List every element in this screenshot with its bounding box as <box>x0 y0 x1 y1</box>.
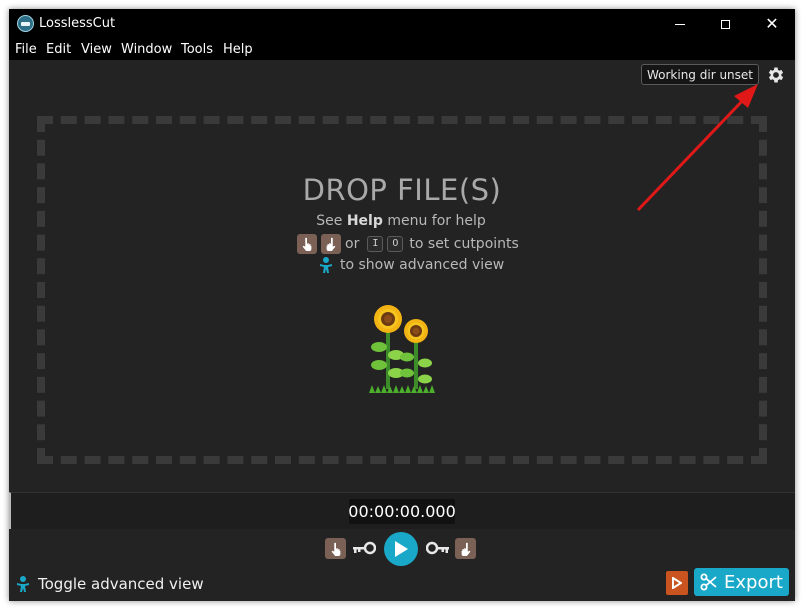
baby-icon <box>320 257 332 273</box>
baby-icon <box>17 576 29 592</box>
play-button[interactable] <box>384 532 418 566</box>
advanced-hint: to show advanced view <box>318 255 504 275</box>
help-bold-text: Help <box>346 213 383 229</box>
maximize-icon <box>720 19 730 29</box>
set-cut-start-button[interactable] <box>325 538 346 559</box>
menu-window[interactable]: Window <box>121 42 172 57</box>
cutpoints-text: to set cutpoints <box>409 236 519 252</box>
help-hint: See Help menu for help <box>9 213 793 229</box>
menu-edit[interactable]: Edit <box>46 42 71 57</box>
sunflowers-icon <box>369 305 435 393</box>
app-window: LosslessCut ✕ File Edit View Window Tool… <box>9 9 795 601</box>
menu-tools[interactable]: Tools <box>181 42 213 57</box>
toggle-advanced-view-button[interactable]: Toggle advanced view <box>15 573 204 595</box>
cut-end-hand-icon <box>321 234 341 254</box>
scissors-icon <box>700 573 717 591</box>
play-icon <box>395 541 408 557</box>
help-suffix-text: menu for help <box>382 213 486 229</box>
close-icon: ✕ <box>765 14 779 33</box>
set-cut-end-button[interactable] <box>455 538 476 559</box>
cutpoint-hint: or I O to set cutpoints <box>297 233 519 255</box>
or-text: or <box>345 236 360 252</box>
timeline[interactable]: 00:00:00.000 <box>9 492 795 529</box>
menu-bar: File Edit View Window Tools Help <box>9 39 795 60</box>
top-toolbar: Working dir unset <box>9 60 795 90</box>
app-logo-icon <box>17 15 34 32</box>
title-bar[interactable]: LosslessCut ✕ <box>9 9 795 39</box>
help-prefix-text: See <box>316 213 347 229</box>
maximize-button[interactable] <box>702 9 748 39</box>
close-button[interactable]: ✕ <box>749 9 795 39</box>
export-button[interactable]: Export <box>694 568 789 596</box>
advanced-text: to show advanced view <box>340 257 505 273</box>
menu-view[interactable]: View <box>81 42 112 57</box>
working-dir-button[interactable]: Working dir unset <box>641 64 759 85</box>
minimize-button[interactable] <box>657 9 703 39</box>
key-left-icon[interactable] <box>352 541 376 555</box>
segment-record-button[interactable] <box>666 571 688 595</box>
minimize-icon <box>675 23 685 25</box>
playback-controls <box>9 529 795 567</box>
drop-zone[interactable] <box>37 116 767 464</box>
cut-start-hand-icon <box>297 234 317 254</box>
key-right-icon[interactable] <box>426 541 450 555</box>
hand-right-icon <box>461 542 470 556</box>
key-i: I <box>367 236 384 252</box>
play-small-icon <box>672 577 682 589</box>
gear-icon[interactable] <box>766 65 786 85</box>
export-label: Export <box>724 571 783 593</box>
menu-help[interactable]: Help <box>223 42 253 57</box>
bottom-bar: Toggle advanced view Export <box>9 567 795 601</box>
key-o: O <box>387 236 404 252</box>
drop-files-title: DROP FILE(S) <box>302 173 502 207</box>
hand-left-icon <box>331 542 340 556</box>
toggle-advanced-label: Toggle advanced view <box>38 575 204 593</box>
window-title: LosslessCut <box>39 16 116 31</box>
timecode-display[interactable]: 00:00:00.000 <box>348 499 456 524</box>
menu-file[interactable]: File <box>15 42 37 57</box>
